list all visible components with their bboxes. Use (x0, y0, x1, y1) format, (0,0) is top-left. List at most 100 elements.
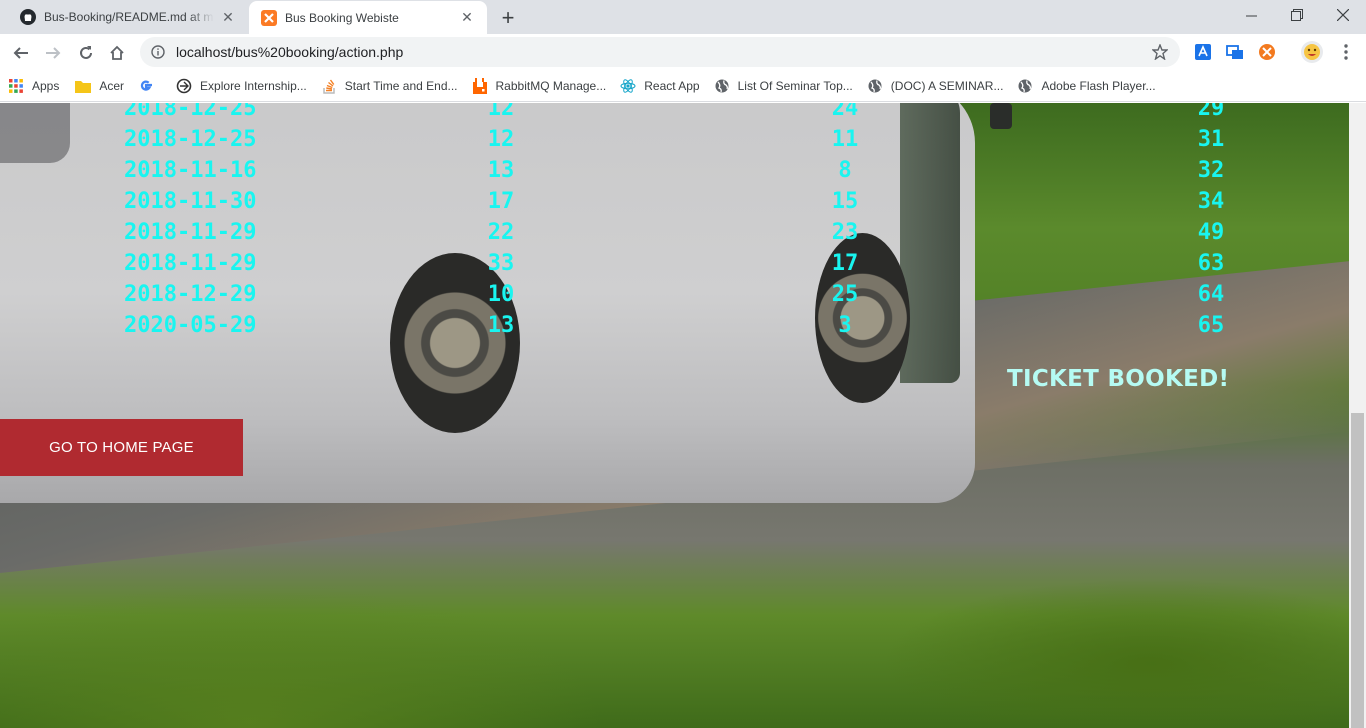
table-cell: 33 (487, 251, 515, 276)
table-cell: 25 (831, 282, 859, 307)
table-cell: 49 (1197, 220, 1225, 245)
info-icon[interactable] (150, 44, 166, 60)
tab-strip: Bus-Booking/README.md at master ✕ Bus Bo… (0, 0, 1366, 34)
table-cell-date: 2020-05-29 (124, 313, 257, 338)
table-row: 2018-11-29 33 17 63 (0, 248, 1366, 279)
table-cell: 12 (487, 127, 515, 152)
table-cell: 8 (838, 158, 852, 183)
table-cell: 34 (1197, 189, 1225, 214)
table-cell: 13 (487, 158, 515, 183)
forward-button[interactable] (40, 40, 66, 66)
table-cell: 23 (831, 220, 859, 245)
extension-translate-icon[interactable] (1193, 42, 1213, 62)
restore-icon (1291, 9, 1303, 21)
minimize-icon (1245, 15, 1257, 16)
bookmark-label: Apps (32, 79, 60, 93)
page-viewport: 2018-12-25 12 24 29 2018-12-25 12 11 31 … (0, 103, 1366, 728)
table-row: 2018-11-16 13 8 32 (0, 155, 1366, 186)
bookmark-label: (DOC) A SEMINAR... (890, 79, 1004, 93)
bookmark-google[interactable] (138, 78, 162, 94)
new-tab-button[interactable]: + (497, 5, 519, 30)
table-cell-date: 2018-11-16 (124, 158, 257, 183)
forward-arrow-icon (46, 47, 61, 59)
bookmarks-bar: Apps Acer Explore Internship... Start Ti… (0, 71, 1366, 102)
bookmark-rabbitmq[interactable]: RabbitMQ Manage... (472, 78, 607, 94)
table-cell: 65 (1197, 313, 1225, 338)
home-button[interactable] (104, 40, 130, 66)
booking-table: 2018-12-25 12 24 29 2018-12-25 12 11 31 … (0, 103, 1366, 341)
restore-button[interactable] (1274, 0, 1320, 30)
table-cell: 17 (831, 251, 859, 276)
internshala-icon (176, 78, 192, 94)
table-row: 2018-12-29 10 25 64 (0, 279, 1366, 310)
address-bar[interactable]: localhost/bus%20booking/action.php (140, 37, 1180, 67)
table-cell: 22 (487, 220, 515, 245)
bookmark-apps[interactable]: Apps (8, 78, 59, 94)
reload-icon (80, 46, 92, 59)
bookmark-adobe-flash[interactable]: Adobe Flash Player... (1017, 78, 1156, 94)
browser-toolbar: localhost/bus%20booking/action.php (0, 34, 1366, 71)
table-cell: 13 (487, 313, 515, 338)
back-button[interactable] (8, 40, 34, 66)
bookmark-label: Adobe Flash Player... (1041, 79, 1156, 93)
table-cell: 31 (1197, 127, 1225, 152)
table-cell-date: 2018-11-29 (124, 220, 257, 245)
table-cell-date: 2018-12-25 (124, 127, 257, 152)
github-icon (20, 9, 36, 25)
profile-avatar[interactable] (1301, 41, 1323, 63)
extension-cast-icon[interactable] (1225, 42, 1245, 62)
table-cell: 12 (487, 103, 515, 121)
ticket-booked-message: TICKET BOOKED! (1007, 366, 1230, 392)
folder-icon (75, 78, 92, 94)
table-cell-date: 2018-11-30 (124, 189, 257, 214)
table-cell: 24 (831, 103, 859, 121)
tab-title: Bus Booking Webiste (285, 10, 399, 25)
stackoverflow-icon (321, 78, 337, 94)
bookmark-seminar-topics[interactable]: List Of Seminar Top... (714, 78, 853, 94)
table-cell: 15 (831, 189, 859, 214)
bookmark-label: Acer (99, 79, 125, 93)
minimize-button[interactable] (1228, 0, 1274, 30)
globe-icon (714, 78, 730, 94)
page-scrollbar[interactable] (1349, 103, 1366, 728)
menu-kebab-icon[interactable] (1336, 42, 1356, 62)
table-row: 2018-11-29 22 23 49 (0, 217, 1366, 248)
apps-grid-icon (8, 78, 24, 94)
table-cell: 3 (838, 313, 852, 338)
bookmark-label: List Of Seminar Top... (737, 79, 853, 93)
bookmark-label: React App (644, 79, 700, 93)
close-icon[interactable]: ✕ (459, 9, 475, 26)
reload-button[interactable] (73, 40, 99, 66)
table-cell-date: 2018-12-29 (124, 282, 257, 307)
extension-orange-icon[interactable] (1257, 42, 1277, 62)
table-cell-date: 2018-12-25 (124, 103, 257, 121)
close-window-button[interactable] (1320, 0, 1366, 30)
table-cell: 11 (831, 127, 859, 152)
bookmark-acer[interactable]: Acer (75, 78, 124, 94)
tab-github-readme[interactable]: Bus-Booking/README.md at master ✕ (8, 0, 248, 34)
table-row: 2018-11-30 17 15 34 (0, 186, 1366, 217)
close-icon[interactable]: ✕ (220, 9, 236, 25)
bookmark-doc-seminar[interactable]: (DOC) A SEMINAR... (867, 78, 1004, 94)
bookmark-star-icon[interactable] (1150, 42, 1170, 62)
go-home-button[interactable]: GO TO HOME PAGE (0, 419, 243, 476)
bookmark-stackoverflow[interactable]: Start Time and End... (321, 78, 458, 94)
bookmark-react-app[interactable]: React App (620, 78, 700, 94)
tab-bus-booking[interactable]: Bus Booking Webiste ✕ (249, 1, 487, 34)
table-cell: 63 (1197, 251, 1225, 276)
globe-icon (867, 78, 883, 94)
scrollbar-thumb[interactable] (1351, 413, 1364, 728)
rabbitmq-icon (472, 78, 488, 94)
table-cell: 29 (1197, 103, 1225, 121)
tab-title: Bus-Booking/README.md at master (44, 10, 214, 24)
bookmark-label: Explore Internship... (200, 79, 307, 93)
home-icon (110, 45, 124, 60)
table-row: 2018-12-25 12 24 29 (0, 103, 1366, 124)
table-cell: 64 (1197, 282, 1225, 307)
close-icon (1337, 9, 1349, 21)
bookmark-label: RabbitMQ Manage... (495, 79, 607, 93)
xampp-icon (261, 9, 277, 26)
back-arrow-icon (13, 47, 28, 59)
globe-icon (1017, 78, 1033, 94)
bookmark-internship[interactable]: Explore Internship... (176, 78, 307, 94)
